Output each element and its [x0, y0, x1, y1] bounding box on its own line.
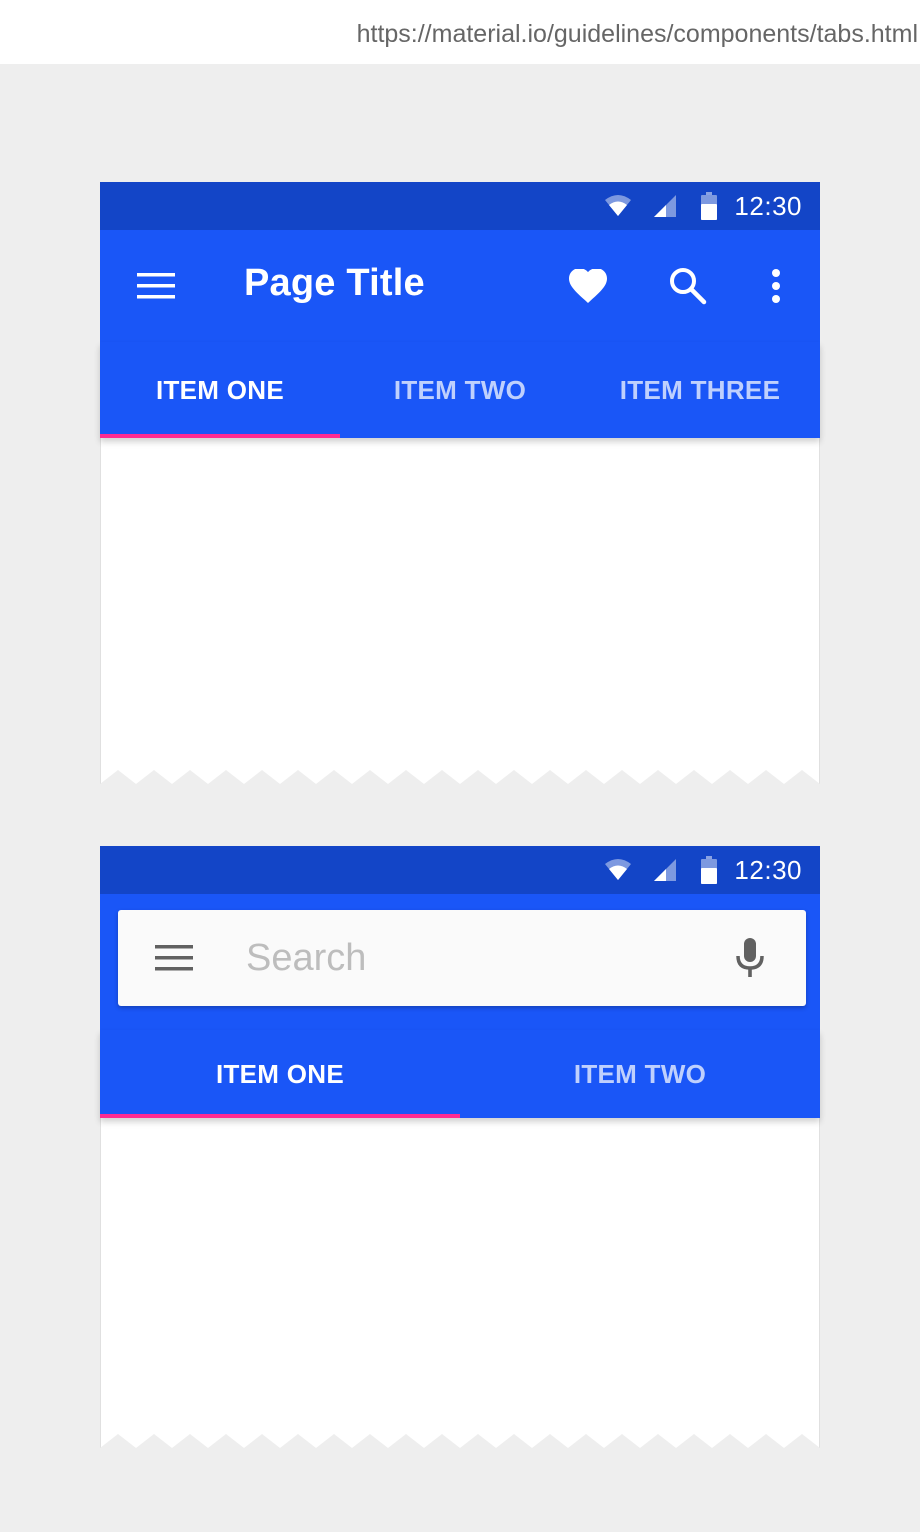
torn-edge: [100, 1434, 822, 1450]
battery-icon: [700, 192, 718, 220]
page-title: Page Title: [244, 262, 425, 304]
status-time: 12:30: [734, 190, 802, 221]
tab-label: ITEM ONE: [155, 374, 285, 405]
search-icon[interactable]: [668, 266, 708, 306]
tab-label: ITEM TWO: [393, 374, 527, 405]
status-bar: 12:30: [100, 182, 820, 230]
search-input[interactable]: [246, 932, 706, 984]
search-app-bar: [100, 894, 820, 1030]
status-time: 12:30: [734, 854, 802, 885]
mic-icon[interactable]: [730, 938, 770, 978]
battery-icon: [700, 856, 718, 884]
app-bar: Page Title: [100, 230, 820, 342]
content-area: [100, 1118, 822, 1450]
tab-item-one[interactable]: ITEM ONE: [100, 1030, 460, 1118]
tab-item-two[interactable]: ITEM TWO: [340, 342, 580, 438]
tab-indicator: [100, 1114, 460, 1118]
tab-label: ITEM ONE: [215, 1058, 345, 1089]
wifi-icon: [604, 856, 632, 884]
search-box: [118, 910, 806, 1006]
tab-bar: ITEM ONE ITEM TWO: [100, 1030, 820, 1118]
more-vert-icon[interactable]: [756, 266, 796, 306]
tabs-example-search-bar: 12:30 ITEM ONE: [100, 846, 822, 1450]
heart-icon[interactable]: [568, 266, 608, 306]
tab-label: ITEM TWO: [573, 1058, 707, 1089]
url-text: https://material.io/guidelines/component…: [356, 20, 918, 48]
tab-indicator: [100, 434, 340, 438]
content-area: [100, 438, 822, 786]
signal-icon: [652, 857, 678, 883]
tab-bar: ITEM ONE ITEM TWO ITEM THREE: [100, 342, 820, 438]
menu-icon[interactable]: [136, 266, 176, 306]
menu-icon[interactable]: [154, 938, 194, 978]
tabs-example-app-bar: 12:30 Page Title ITEM ONE ITEM TWO ITEM …: [100, 182, 822, 786]
tab-label: ITEM THREE: [619, 374, 781, 405]
wifi-icon: [604, 192, 632, 220]
signal-icon: [652, 193, 678, 219]
status-bar: 12:30: [100, 846, 820, 894]
torn-edge: [100, 770, 822, 786]
tab-item-one[interactable]: ITEM ONE: [100, 342, 340, 438]
status-icons: 12:30: [604, 182, 802, 230]
tab-item-two[interactable]: ITEM TWO: [460, 1030, 820, 1118]
url-bar: https://material.io/guidelines/component…: [0, 0, 920, 64]
tab-item-three[interactable]: ITEM THREE: [580, 342, 820, 438]
status-icons: 12:30: [604, 846, 802, 894]
